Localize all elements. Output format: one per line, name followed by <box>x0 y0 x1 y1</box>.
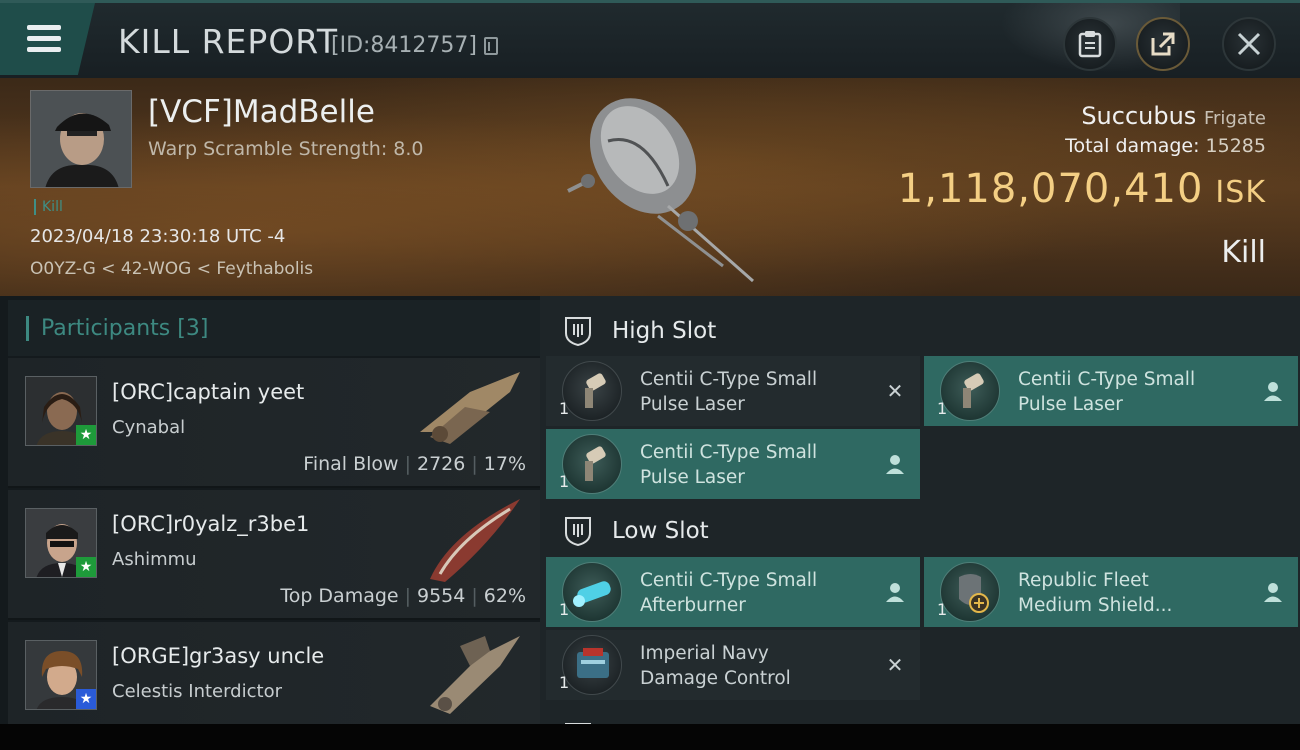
star-icon: ★ <box>76 689 96 709</box>
high-slot-header: High Slot <box>540 300 1300 360</box>
close-icon <box>1237 32 1261 56</box>
participants-title: Participants [3] <box>26 316 208 341</box>
participant-percent: 17% <box>483 453 526 475</box>
participant-row[interactable]: ★ [ORC]r0yalz_r3be1 Ashimmu Top Damage | 9… <box>8 490 540 620</box>
participant-percent: 62% <box>483 585 526 607</box>
participants-label: Participants <box>41 316 171 341</box>
module-name: Imperial Navy Damage Control <box>640 643 791 689</box>
clipboard-button[interactable] <box>1063 17 1117 71</box>
participants-count: [3] <box>177 316 209 341</box>
participant-damage: 9554 <box>417 585 466 607</box>
module-name: Centii C-Type Small Pulse Laser <box>640 442 818 488</box>
ship-render-image <box>567 98 754 283</box>
avatar[interactable]: ★ <box>25 640 97 710</box>
isk-unit: ISK <box>1215 175 1266 210</box>
report-id: [ID:8412757] <box>331 33 477 58</box>
close-button[interactable] <box>1222 17 1276 71</box>
bottom-edge <box>0 724 1300 750</box>
module-quantity: 1 <box>937 399 948 418</box>
module-name: Republic Fleet Medium Shield... <box>1018 570 1173 616</box>
module-item[interactable]: 1 Imperial Navy Damage Control ✕ <box>546 630 920 700</box>
mid-slot-header <box>540 706 1300 724</box>
participant-row[interactable]: ★ [ORC]captain yeet Cynabal Final Blow | 2… <box>8 358 540 488</box>
victim-portrait[interactable] <box>30 90 132 188</box>
total-damage-value: 15285 <box>1205 135 1266 157</box>
isk-amount: 1,118,070,410 <box>897 166 1204 212</box>
high-slot-label: High Slot <box>612 318 717 344</box>
person-icon <box>1262 581 1284 603</box>
participant-stats: Top Damage | 9554 | 62% <box>280 585 526 607</box>
clipboard-icon <box>1078 31 1102 58</box>
low-slot-label: Low Slot <box>612 518 709 544</box>
participant-ship: Celestis Interdictor <box>112 681 282 702</box>
module-quantity: 1 <box>937 600 948 619</box>
ship-class: Frigate <box>1203 108 1266 129</box>
kill-tag: Kill <box>34 199 63 215</box>
menu-button[interactable] <box>0 3 95 75</box>
participant-ship: Cynabal <box>112 417 186 438</box>
damage-control-icon <box>562 635 622 695</box>
star-icon: ★ <box>76 557 96 577</box>
kill-banner: [VCF]MadBelle Warp Scramble Strength: 8.… <box>0 78 1300 296</box>
participant-ship: Ashimmu <box>112 549 197 570</box>
fitting-panel: High Slot 1 Centii C-Type Small Pulse La… <box>540 296 1300 724</box>
participant-stats: Final Blow | 2726 | 17% <box>303 453 526 475</box>
participant-damage: 2726 <box>417 453 466 475</box>
participant-ship-image <box>420 372 520 444</box>
participant-name: [ORC]r0yalz_r3be1 <box>112 512 310 536</box>
module-item[interactable]: 1 Centii C-Type Small Pulse Laser ✕ <box>546 356 920 426</box>
module-quantity: 1 <box>559 673 570 692</box>
participant-ship-image <box>430 499 520 582</box>
participant-ship-image <box>430 636 520 714</box>
kill-timestamp: 2023/04/18 23:30:18 UTC -4 <box>30 226 286 247</box>
share-icon <box>1151 32 1175 56</box>
module-quantity: 1 <box>559 472 570 491</box>
participant-role: Final Blow <box>303 453 399 475</box>
person-icon <box>1262 380 1284 402</box>
module-quantity: 1 <box>559 600 570 619</box>
top-bar: KILL REPORT [ID:8412757] <box>0 0 1300 78</box>
star-icon: ★ <box>76 425 96 445</box>
high-slot-icon <box>565 317 591 347</box>
close-icon: ✕ <box>886 379 904 403</box>
participant-role: Top Damage <box>280 585 399 607</box>
low-slot-icon <box>565 517 591 547</box>
copy-icon[interactable] <box>484 37 498 55</box>
avatar[interactable]: ★ <box>25 508 97 578</box>
total-damage: Total damage: 15285 <box>1065 135 1266 157</box>
module-quantity: 1 <box>559 399 570 418</box>
close-icon: ✕ <box>886 653 904 677</box>
person-icon <box>884 453 906 475</box>
participants-header: Participants [3] <box>8 300 540 356</box>
victim-avatar-image <box>31 91 131 187</box>
pulse-laser-icon <box>940 361 1000 421</box>
isk-value: 1,118,070,410 ISK <box>898 166 1266 212</box>
shield-extender-icon <box>940 562 1000 622</box>
participants-panel: Participants [3] ★ [ORC]captain yeet Cyn… <box>0 296 540 750</box>
participant-name: [ORC]captain yeet <box>112 380 305 404</box>
person-icon <box>884 581 906 603</box>
ship-name: Succubus <box>1081 102 1197 130</box>
avatar[interactable]: ★ <box>25 376 97 446</box>
afterburner-icon <box>562 562 622 622</box>
page-title: KILL REPORT <box>118 22 338 61</box>
warp-scramble-strength: Warp Scramble Strength: 8.0 <box>148 138 424 160</box>
result-label: Kill <box>1221 235 1266 270</box>
module-name: Centii C-Type Small Pulse Laser <box>1018 369 1196 415</box>
victim-name[interactable]: [VCF]MadBelle <box>148 94 375 130</box>
module-item[interactable]: 1 Centii C-Type Small Pulse Laser <box>924 356 1298 426</box>
module-item[interactable]: 1 Republic Fleet Medium Shield... <box>924 557 1298 627</box>
participant-name: [ORGE]gr3asy uncle <box>112 644 325 668</box>
module-item[interactable]: 1 Centii C-Type Small Pulse Laser <box>546 429 920 499</box>
module-item[interactable]: 1 Centii C-Type Small Afterburner <box>546 557 920 627</box>
low-slot-header: Low Slot <box>540 500 1300 560</box>
total-damage-label: Total damage: <box>1065 135 1200 157</box>
share-button[interactable] <box>1136 17 1190 71</box>
pulse-laser-icon <box>562 434 622 494</box>
victim-ship[interactable]: Succubus Frigate <box>1081 102 1266 130</box>
pulse-laser-icon <box>562 361 622 421</box>
module-name: Centii C-Type Small Afterburner <box>640 570 818 616</box>
kill-location[interactable]: O0YZ-G < 42-WOG < Feythabolis <box>30 259 313 279</box>
module-name: Centii C-Type Small Pulse Laser <box>640 369 818 415</box>
